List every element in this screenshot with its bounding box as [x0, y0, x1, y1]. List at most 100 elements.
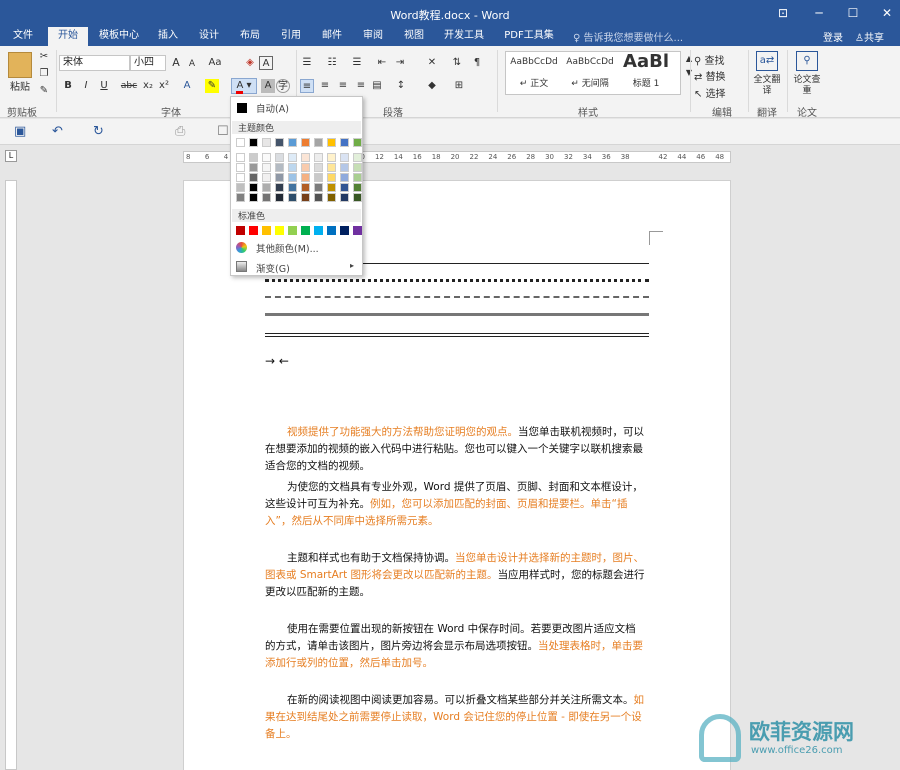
standard-color-swatch[interactable]: [314, 226, 323, 235]
text-effects-icon[interactable]: A: [180, 79, 194, 93]
close-icon[interactable]: ✕: [875, 3, 899, 23]
theme-color-swatch[interactable]: [340, 193, 349, 202]
share-button[interactable]: ♙共享: [855, 29, 884, 44]
theme-color-swatch[interactable]: [262, 138, 271, 147]
undo-icon[interactable]: ↶: [52, 124, 63, 139]
borders-icon[interactable]: ⊞: [452, 79, 466, 93]
tab-design[interactable]: 设计: [193, 27, 225, 46]
copy-icon[interactable]: ❐: [37, 67, 51, 81]
theme-color-swatch[interactable]: [353, 138, 362, 147]
align-left-icon[interactable]: ≡: [300, 79, 314, 93]
tab-view[interactable]: 视图: [398, 27, 430, 46]
theme-color-swatch[interactable]: [262, 153, 271, 162]
standard-color-swatch[interactable]: [275, 226, 284, 235]
distributed-icon[interactable]: ▤: [370, 79, 384, 93]
tab-developer[interactable]: 开发工具: [439, 27, 489, 46]
tab-layout[interactable]: 布局: [234, 27, 266, 46]
tab-template-center[interactable]: 模板中心: [94, 27, 144, 46]
select-button[interactable]: ↖ 选择: [694, 85, 744, 100]
theme-color-swatch[interactable]: [327, 153, 336, 162]
gradient-option[interactable]: 渐变(G): [256, 261, 290, 275]
theme-color-swatch[interactable]: [340, 183, 349, 192]
grow-font-icon[interactable]: A: [169, 56, 183, 70]
style-heading1-preview[interactable]: AaBl: [618, 51, 674, 72]
superscript-icon[interactable]: x²: [157, 79, 171, 93]
theme-color-swatch[interactable]: [275, 193, 284, 202]
standard-color-swatch[interactable]: [327, 226, 336, 235]
theme-color-swatch[interactable]: [314, 173, 323, 182]
bold-icon[interactable]: B: [61, 79, 75, 93]
theme-color-swatch[interactable]: [262, 183, 271, 192]
standard-color-swatch[interactable]: [249, 226, 258, 235]
line-spacing-icon[interactable]: ↕: [394, 79, 408, 93]
vertical-ruler[interactable]: [5, 180, 17, 770]
theme-color-swatch[interactable]: [353, 163, 362, 172]
theme-color-swatch[interactable]: [340, 163, 349, 172]
standard-color-swatch[interactable]: [301, 226, 310, 235]
theme-color-swatch[interactable]: [353, 183, 362, 192]
theme-color-swatch[interactable]: [249, 173, 258, 182]
font-name-select[interactable]: 宋体: [59, 55, 130, 71]
cut-icon[interactable]: ✂: [37, 50, 51, 64]
theme-color-swatch[interactable]: [288, 138, 297, 147]
theme-color-swatch[interactable]: [340, 173, 349, 182]
standard-color-swatch[interactable]: [262, 226, 271, 235]
theme-color-swatch[interactable]: [288, 163, 297, 172]
theme-color-swatch[interactable]: [340, 153, 349, 162]
paste-icon[interactable]: [8, 52, 32, 78]
sort-icon[interactable]: ⇅: [450, 56, 464, 70]
theme-color-swatch[interactable]: [327, 183, 336, 192]
italic-icon[interactable]: I: [79, 79, 93, 93]
theme-color-swatch[interactable]: [353, 193, 362, 202]
font-size-select[interactable]: 小四: [130, 55, 166, 71]
minimize-icon[interactable]: ─: [807, 3, 831, 23]
enclose-char-icon[interactable]: 字: [276, 79, 290, 93]
change-case-icon[interactable]: Aa: [206, 56, 224, 70]
theme-color-swatch[interactable]: [236, 193, 245, 202]
decrease-indent-icon[interactable]: ⇤: [375, 56, 389, 70]
paper-check-icon[interactable]: ⚲: [796, 51, 818, 71]
theme-color-swatch[interactable]: [301, 153, 310, 162]
tab-references[interactable]: 引用: [275, 27, 307, 46]
find-button[interactable]: ⚲ 查找: [694, 52, 744, 67]
align-center-icon[interactable]: ≡: [318, 79, 332, 93]
theme-color-swatch[interactable]: [327, 173, 336, 182]
theme-color-swatch[interactable]: [314, 138, 323, 147]
redo-icon[interactable]: ↻: [93, 124, 104, 139]
tab-insert[interactable]: 插入: [152, 27, 184, 46]
increase-indent-icon[interactable]: ⇥: [393, 56, 407, 70]
char-shading-icon[interactable]: A: [261, 79, 275, 93]
theme-color-swatch[interactable]: [353, 153, 362, 162]
theme-color-swatch[interactable]: [301, 183, 310, 192]
theme-color-swatch[interactable]: [275, 183, 284, 192]
theme-color-swatch[interactable]: [301, 138, 310, 147]
clear-format-icon[interactable]: ◈: [243, 56, 257, 70]
maximize-icon[interactable]: ☐: [841, 3, 865, 23]
justify-icon[interactable]: ≡: [354, 79, 368, 93]
paper-check-button[interactable]: 论文查重: [792, 75, 822, 97]
show-marks-icon[interactable]: ¶: [470, 56, 484, 70]
open-icon[interactable]: ☐: [217, 124, 229, 139]
print-preview-icon[interactable]: ⎙: [175, 124, 185, 139]
theme-color-swatch[interactable]: [249, 153, 258, 162]
theme-color-swatch[interactable]: [236, 173, 245, 182]
tab-review[interactable]: 审阅: [357, 27, 389, 46]
format-painter-icon[interactable]: ✎: [37, 84, 51, 98]
strikethrough-icon[interactable]: abc: [120, 79, 138, 93]
ribbon-display-icon[interactable]: ⊡: [771, 3, 795, 23]
theme-color-swatch[interactable]: [353, 173, 362, 182]
style-nospacing-preview[interactable]: AaBbCcDd: [563, 57, 617, 67]
theme-color-swatch[interactable]: [301, 163, 310, 172]
full-translate-button[interactable]: 全文翻译: [752, 75, 782, 97]
theme-color-swatch[interactable]: [314, 183, 323, 192]
tab-pdf-tools[interactable]: PDF工具集: [499, 27, 559, 46]
standard-color-swatch[interactable]: [340, 226, 349, 235]
standard-color-swatch[interactable]: [288, 226, 297, 235]
theme-color-swatch[interactable]: [249, 183, 258, 192]
theme-color-swatch[interactable]: [288, 153, 297, 162]
theme-color-swatch[interactable]: [301, 193, 310, 202]
numbering-icon[interactable]: ☷: [325, 56, 339, 70]
theme-color-swatch[interactable]: [249, 193, 258, 202]
theme-color-swatch[interactable]: [275, 138, 284, 147]
theme-color-swatch[interactable]: [314, 153, 323, 162]
